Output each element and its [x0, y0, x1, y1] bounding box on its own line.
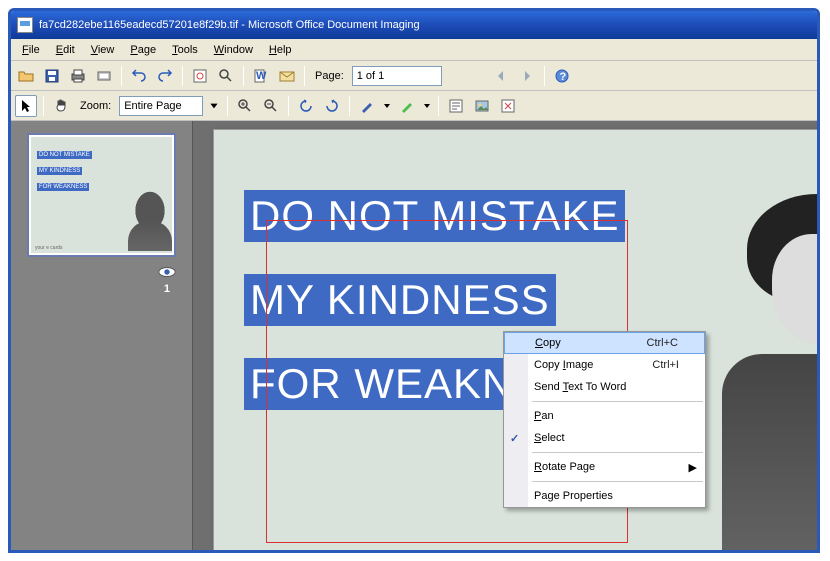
open-button[interactable]	[15, 65, 37, 87]
menu-tools[interactable]: Tools	[165, 42, 205, 58]
page-label: Page:	[311, 70, 348, 82]
shortcut-copy: Ctrl+C	[647, 337, 678, 349]
ocr-indicator-icon	[158, 265, 176, 279]
prev-page-button[interactable]	[490, 65, 512, 87]
document-viewer[interactable]: DO NOT MISTAKE MY KINDNESS FOR WEAKN Cop…	[193, 121, 817, 550]
menu-edit[interactable]: Edit	[49, 42, 82, 58]
menu-file[interactable]: File	[15, 42, 47, 58]
context-page-properties[interactable]: Page Properties	[504, 485, 705, 507]
context-select[interactable]: ✓ Select	[504, 427, 705, 449]
context-rotate-page[interactable]: Rotate Page▶	[504, 456, 705, 478]
shortcut-copy-image: Ctrl+I	[652, 359, 679, 371]
thumbnail[interactable]: DO NOT MISTAKE MY KINDNESS FOR WEAKNESS …	[27, 133, 176, 257]
app-icon	[17, 17, 33, 33]
context-copy-image[interactable]: Copy ImageCtrl+I	[504, 354, 705, 376]
rotate-left-button[interactable]	[295, 95, 317, 117]
annotations-button[interactable]	[445, 95, 467, 117]
document-figure	[722, 194, 817, 550]
menu-help[interactable]: Help	[262, 42, 299, 58]
thumb-figure	[128, 189, 172, 251]
doc-text-2: MY KINDNESS	[244, 274, 556, 326]
submenu-arrow-icon: ▶	[689, 461, 697, 474]
pen-blue-button[interactable]	[356, 95, 378, 117]
context-menu: CopyCtrl+C Copy ImageCtrl+I Send Text To…	[503, 331, 706, 508]
thumb-text-3: FOR WEAKNESS	[37, 183, 89, 191]
check-icon: ✓	[510, 432, 519, 445]
pan-tool-button[interactable]	[50, 95, 72, 117]
zoom-out-button[interactable]	[260, 95, 282, 117]
select-tool-button[interactable]	[15, 95, 37, 117]
page-input[interactable]	[352, 66, 442, 86]
thumb-page-number: 1	[27, 281, 176, 295]
scan-button[interactable]	[93, 65, 115, 87]
rotate-right-button[interactable]	[321, 95, 343, 117]
toolbar-1: W Page: ?	[11, 61, 817, 91]
next-page-button[interactable]	[516, 65, 538, 87]
save-button[interactable]	[41, 65, 63, 87]
menu-view[interactable]: View	[84, 42, 122, 58]
zoom-in-button[interactable]	[234, 95, 256, 117]
zoom-label: Zoom:	[76, 100, 115, 112]
thumb-text-2: MY KINDNESS	[37, 167, 82, 175]
content-area: DO NOT MISTAKE MY KINDNESS FOR WEAKNESS …	[11, 121, 817, 550]
find-button[interactable]	[215, 65, 237, 87]
print-button[interactable]	[67, 65, 89, 87]
options-button[interactable]	[497, 95, 519, 117]
send-word-button[interactable]: W	[250, 65, 272, 87]
pen-blue-dropdown[interactable]	[382, 95, 392, 117]
context-copy[interactable]: CopyCtrl+C	[504, 332, 705, 354]
insert-picture-button[interactable]	[471, 95, 493, 117]
doc-text-3: FOR WEAKN	[244, 358, 519, 410]
context-send-to-word[interactable]: Send Text To Word	[504, 376, 705, 398]
help-button[interactable]: ?	[551, 65, 573, 87]
thumbnail-panel[interactable]: DO NOT MISTAKE MY KINDNESS FOR WEAKNESS …	[11, 121, 193, 550]
undo-button[interactable]	[128, 65, 150, 87]
window-title: fa7cd282ebe1165eadecd57201e8f29b.tif - M…	[39, 19, 420, 31]
ocr-button[interactable]	[189, 65, 211, 87]
menubar: File Edit View Page Tools Window Help	[11, 39, 817, 61]
highlighter-dropdown[interactable]	[422, 95, 432, 117]
thumb-text-1: DO NOT MISTAKE	[37, 151, 92, 159]
thumb-watermark: your e cards	[35, 245, 63, 251]
svg-text:W: W	[256, 70, 267, 82]
highlighter-button[interactable]	[396, 95, 418, 117]
doc-text-1: DO NOT MISTAKE	[244, 190, 625, 242]
menu-page[interactable]: Page	[123, 42, 163, 58]
zoom-input[interactable]	[119, 96, 203, 116]
context-pan[interactable]: Pan	[504, 405, 705, 427]
svg-text:?: ?	[559, 71, 566, 83]
zoom-dropdown[interactable]	[207, 95, 221, 117]
toolbar-2: Zoom:	[11, 91, 817, 121]
titlebar: fa7cd282ebe1165eadecd57201e8f29b.tif - M…	[11, 11, 817, 39]
redo-button[interactable]	[154, 65, 176, 87]
menu-window[interactable]: Window	[207, 42, 260, 58]
send-mail-button[interactable]	[276, 65, 298, 87]
